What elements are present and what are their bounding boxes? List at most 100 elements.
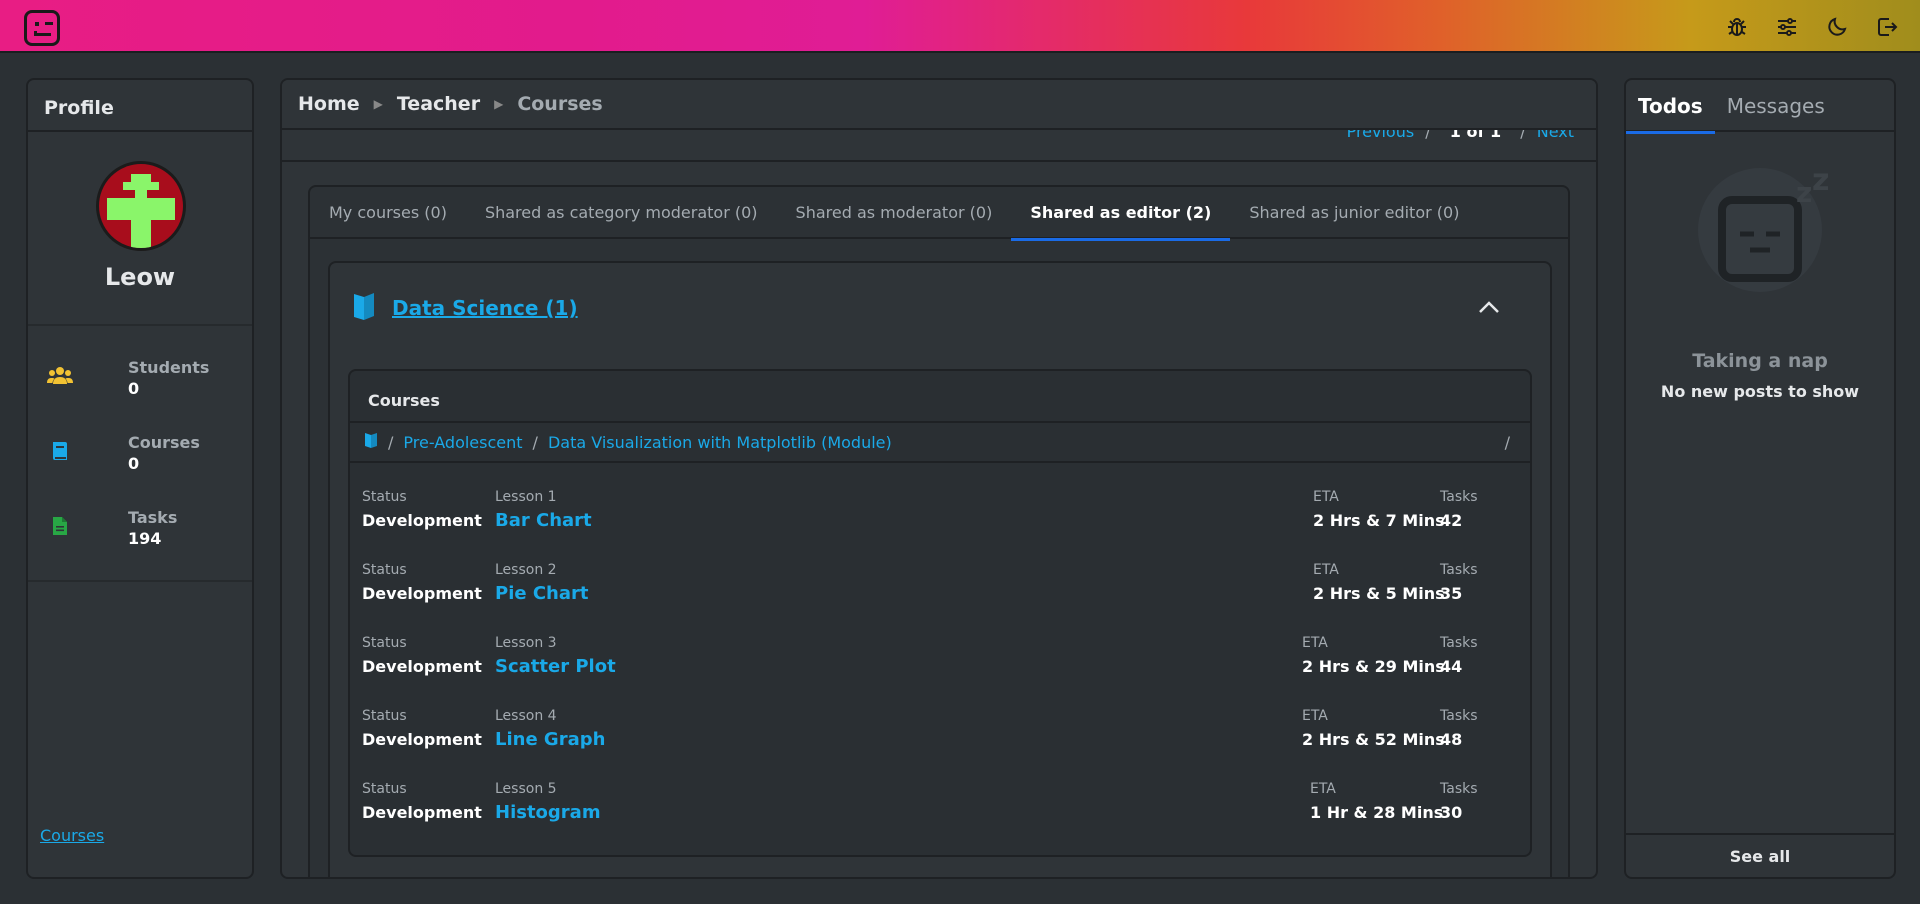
eta-value: 2 Hrs & 29 Mins <box>1302 657 1445 676</box>
tab-shared-editor[interactable]: Shared as editor (2) <box>1011 187 1231 241</box>
tasks-label: Tasks <box>1440 781 1478 797</box>
sleeping-face-icon: z z <box>1626 160 1894 344</box>
top-icons <box>1724 14 1900 40</box>
eta-label: ETA <box>1313 489 1339 505</box>
path-end: / <box>1504 432 1510 452</box>
lesson-link[interactable]: Histogram <box>495 802 601 823</box>
lesson-label: Lesson 4 <box>495 708 557 724</box>
divider <box>28 324 252 326</box>
top-bar <box>0 0 1920 53</box>
lesson-label: Lesson 1 <box>495 489 557 505</box>
profile-panel: Profile Leow Students 0 Courses 0 Tasks … <box>26 78 254 879</box>
document-icon <box>46 514 74 538</box>
users-icon <box>46 364 74 388</box>
svg-text:z: z <box>1812 163 1829 198</box>
eta-value: 2 Hrs & 5 Mins <box>1313 584 1445 603</box>
status-label: Status <box>362 708 407 724</box>
status-value: Development <box>362 511 482 530</box>
tasks-value: 48 <box>1440 730 1463 749</box>
tab-shared-moderator[interactable]: Shared as moderator (0) <box>777 187 1012 239</box>
tasks-label: Tasks <box>1440 562 1478 578</box>
tab-shared-category-moderator[interactable]: Shared as category moderator (0) <box>466 187 777 239</box>
path-separator: / <box>388 432 394 452</box>
tasks-label: Tasks <box>1440 708 1478 724</box>
status-label: Status <box>362 635 407 651</box>
lesson-row: Status Development Lesson 5 Histogram ET… <box>362 781 1522 831</box>
path-link-level[interactable]: Pre-Adolescent <box>403 433 522 452</box>
path-link-module[interactable]: Data Visualization with Matplotlib (Modu… <box>548 433 892 452</box>
lesson-link[interactable]: Scatter Plot <box>495 656 616 677</box>
course-tabs: My courses (0) Shared as category modera… <box>310 187 1568 241</box>
lesson-row: Status Development Lesson 3 Scatter Plot… <box>362 635 1522 685</box>
lesson-label: Lesson 5 <box>495 781 557 797</box>
bug-icon[interactable] <box>1724 14 1750 40</box>
tasks-value: 42 <box>1440 511 1463 530</box>
eta-label: ETA <box>1302 708 1328 724</box>
eta-label: ETA <box>1310 781 1336 797</box>
lesson-link[interactable]: Pie Chart <box>495 583 589 604</box>
tasks-value: 30 <box>1440 803 1463 822</box>
logo-icon[interactable] <box>24 10 60 46</box>
todos-tabs: Todos Messages <box>1626 80 1894 134</box>
lesson-link[interactable]: Line Graph <box>495 729 605 750</box>
see-all-button[interactable]: See all <box>1626 833 1894 877</box>
lesson-label: Lesson 3 <box>495 635 557 651</box>
courses-card: Courses / Pre-Adolescent / Data Visualiz… <box>348 369 1532 857</box>
breadcrumb: Home ▶ Teacher ▶ Courses <box>282 80 1596 130</box>
eta-label: ETA <box>1313 562 1339 578</box>
tasks-value: 44 <box>1440 657 1463 676</box>
tasks-label: Tasks <box>1440 489 1478 505</box>
moon-icon[interactable] <box>1824 14 1850 40</box>
tab-todos[interactable]: Todos <box>1626 80 1715 134</box>
settings-sliders-icon[interactable] <box>1774 14 1800 40</box>
chevron-up-icon[interactable] <box>1478 299 1500 318</box>
stat-value: 0 <box>128 379 140 398</box>
breadcrumb-home[interactable]: Home <box>298 93 360 115</box>
svg-text:z: z <box>1796 176 1812 209</box>
stat-label: Courses <box>128 433 200 452</box>
category-title-link[interactable]: Data Science (1) <box>392 296 578 320</box>
tab-messages[interactable]: Messages <box>1715 80 1837 132</box>
stat-tasks: Tasks 194 <box>46 508 246 558</box>
course-path: / Pre-Adolescent / Data Visualization wi… <box>350 423 1530 463</box>
status-value: Development <box>362 730 482 749</box>
lesson-row: Status Development Lesson 1 Bar Chart ET… <box>362 489 1522 539</box>
avatar <box>96 161 186 251</box>
book-icon <box>352 291 378 325</box>
breadcrumb-courses: Courses <box>517 93 603 115</box>
lesson-label: Lesson 2 <box>495 562 557 578</box>
eta-label: ETA <box>1302 635 1328 651</box>
tasks-label: Tasks <box>1440 635 1478 651</box>
tab-shared-junior-editor[interactable]: Shared as junior editor (0) <box>1230 187 1478 239</box>
logout-icon[interactable] <box>1874 14 1900 40</box>
caret-right-icon: ▶ <box>494 97 504 111</box>
tasks-value: 35 <box>1440 584 1463 603</box>
status-value: Development <box>362 657 482 676</box>
category-card: Data Science (1) Courses / Pre-Adolescen… <box>328 261 1552 877</box>
courses-header: Courses <box>350 371 1530 423</box>
stat-label: Tasks <box>128 508 178 527</box>
courses-footer-link[interactable]: Courses <box>40 826 104 845</box>
lesson-link[interactable]: Bar Chart <box>495 510 592 531</box>
eta-value: 2 Hrs & 7 Mins <box>1313 511 1445 530</box>
lesson-row: Status Development Lesson 4 Line Graph E… <box>362 708 1522 758</box>
divider <box>28 580 252 582</box>
tab-my-courses[interactable]: My courses (0) <box>310 187 466 239</box>
status-value: Development <box>362 584 482 603</box>
stat-courses: Courses 0 <box>46 433 246 483</box>
empty-title: Taking a nap <box>1692 350 1828 372</box>
status-value: Development <box>362 803 482 822</box>
status-label: Status <box>362 489 407 505</box>
status-label: Status <box>362 562 407 578</box>
main-panel: Home ▶ Teacher ▶ Courses Previous / 1 of… <box>280 78 1598 879</box>
empty-subtitle: No new posts to show <box>1660 382 1860 401</box>
breadcrumb-teacher[interactable]: Teacher <box>397 93 480 115</box>
eta-value: 1 Hr & 28 Mins <box>1310 803 1444 822</box>
book-icon <box>46 439 74 463</box>
todos-panel: Todos Messages z z Taking a nap No new p… <box>1624 78 1896 879</box>
caret-right-icon: ▶ <box>373 97 383 111</box>
profile-header: Profile <box>28 80 252 132</box>
book-icon <box>364 431 378 453</box>
lesson-row: Status Development Lesson 2 Pie Chart ET… <box>362 562 1522 612</box>
tabs-container: My courses (0) Shared as category modera… <box>308 185 1570 877</box>
